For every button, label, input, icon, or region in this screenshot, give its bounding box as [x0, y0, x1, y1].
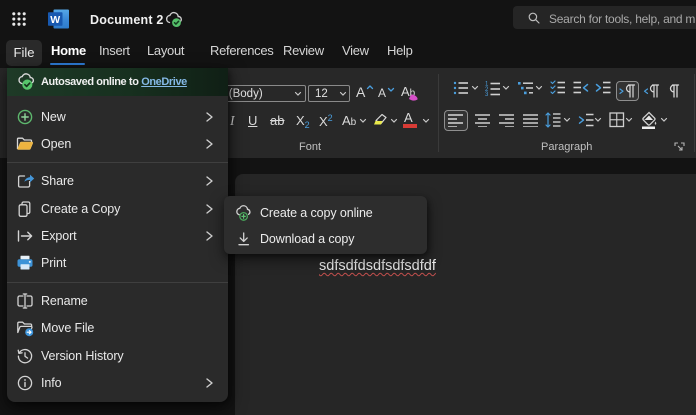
svg-text:3: 3 — [485, 92, 489, 96]
svg-text:W: W — [50, 14, 60, 26]
